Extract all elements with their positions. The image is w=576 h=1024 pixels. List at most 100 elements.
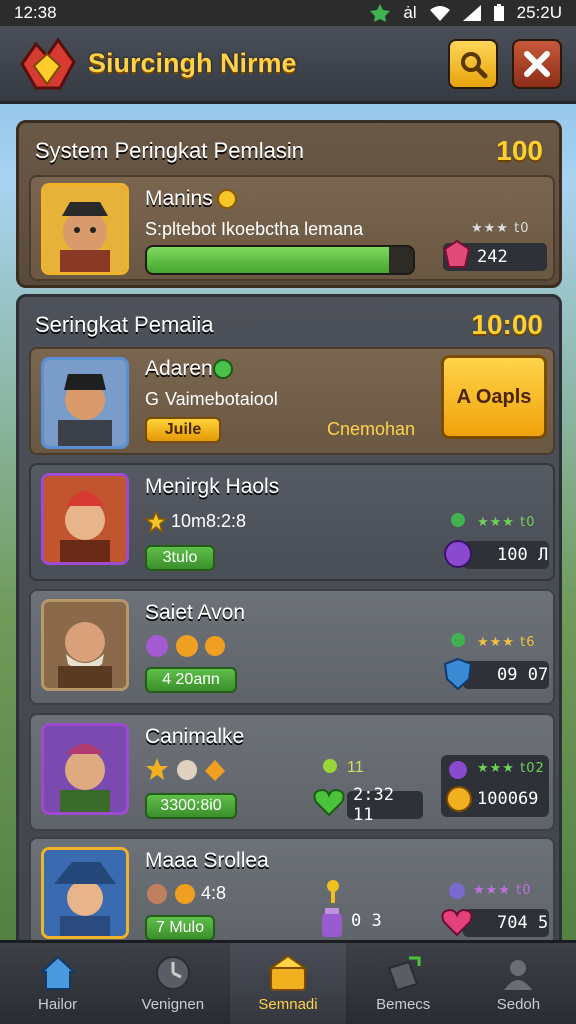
avatar	[41, 723, 129, 815]
battery-icon	[493, 4, 504, 21]
action-button[interactable]: A Oapls	[441, 355, 547, 439]
ranking-system-panel: System Peringkat Pemlasin 100 Manins S:p…	[16, 120, 562, 288]
tag-pill: 4 20aпn	[145, 667, 237, 693]
status-bar: 12:38 ȧƖ 25:2U	[0, 0, 576, 26]
value-text: 704 5	[497, 913, 549, 933]
status-tray-glyph: ȧƖ	[403, 3, 417, 22]
tag-pill-label: 3tulo	[162, 549, 198, 566]
nav-item-tools[interactable]: Bemecs	[346, 943, 461, 1024]
nav-label: Hailor	[38, 996, 78, 1013]
ranking-row[interactable]: Menirgk Haols 10m8:2:8 3tulo ★★★ t0 100 …	[29, 463, 555, 581]
panel-score: 100	[496, 135, 543, 166]
mid-top-label: 11	[347, 759, 364, 776]
status-icons: ȧƖ 25:2U	[369, 3, 562, 23]
panel-title: System Peringkat Pemlasin	[35, 138, 304, 163]
star-rating: ★★★ t6	[477, 635, 536, 650]
clock-icon	[155, 956, 190, 990]
app-header: Siurcingh Nirme	[0, 26, 576, 104]
star-icon	[145, 511, 167, 533]
ranking-row[interactable]: Canimalke 3300:8i0 11 2:32 11 ★★★ t02 10…	[29, 713, 555, 831]
search-icon	[461, 51, 488, 78]
character-portrait-icon	[44, 726, 126, 812]
panel-header: System Peringkat Pemlasin 100	[35, 135, 543, 167]
value-box: 704 5	[463, 909, 549, 937]
star-rating: ★★★ t0	[477, 515, 536, 530]
player-name: Menirgk Haols	[145, 475, 280, 498]
close-icon	[524, 50, 550, 77]
action-button-label: A Oapls	[456, 385, 532, 408]
panel-score: 10:00	[471, 309, 543, 340]
star-rating: ★★★ t0	[473, 883, 532, 898]
tag-pill-label: 3300:8i0	[160, 797, 222, 814]
tag-pill: 7 Mulo	[145, 915, 215, 941]
value-text: 100 Л	[497, 545, 549, 565]
settings-icon	[504, 960, 533, 990]
rank-marker-icon	[451, 513, 465, 527]
avatar	[41, 183, 129, 275]
nav-label: Sedoh	[496, 996, 541, 1013]
ranking-row[interactable]: Adaren G Vaimebotaiool Juile Cnemohan A …	[29, 347, 555, 455]
nav-item-home[interactable]: Hailor	[0, 943, 115, 1024]
tag-pill-label: 4 20aпn	[162, 671, 220, 688]
tag-pill: 3300:8i0	[145, 793, 237, 819]
progress-fill	[147, 247, 390, 273]
value-text: 09 07	[497, 665, 549, 685]
tag-pill-label: 7 Mulo	[155, 919, 205, 936]
nav-label: Bemecs	[376, 996, 431, 1013]
player-name: Canimalke	[145, 725, 245, 748]
rank-marker-icon	[323, 759, 337, 773]
progress-bar	[145, 245, 415, 275]
player-name: Saiet Avon	[145, 601, 246, 624]
character-portrait-icon	[44, 186, 126, 272]
mid-value: 0 3	[351, 911, 382, 931]
player-subtitle: 4:8	[201, 883, 227, 903]
orb-icon	[449, 883, 465, 899]
value-box: 2:32 11	[347, 785, 423, 825]
avatar	[41, 357, 129, 449]
chest-icon	[267, 954, 309, 991]
gem-icon	[443, 239, 471, 268]
nav-item-settings[interactable]: Sedoh	[461, 943, 576, 1024]
value-text: 2:32 11	[353, 785, 394, 825]
page-title: Siurcingh Nirme	[88, 48, 297, 78]
ranking-row[interactable]: Maaa Srollea 4:8 7 Mulo 0 3 ★★★ t0 704 5	[29, 837, 555, 949]
ranking-row[interactable]: Saiet Avon 4 20aпn ★★★ t6 09 07	[29, 589, 555, 705]
tag-pill: 3tulo	[145, 545, 215, 571]
orb-icon	[449, 761, 467, 779]
panel-title: Seringkat Pemaiia	[35, 312, 214, 337]
player-name: Manins	[145, 187, 213, 210]
key-icon	[327, 880, 339, 903]
status-time: 12:38	[14, 3, 57, 22]
star-rating: ★★★ t02	[477, 761, 545, 776]
tag-pill: Juile	[145, 417, 221, 443]
nav-label: Semnadi	[258, 996, 318, 1013]
wifi-icon	[429, 6, 450, 21]
nav-item-history[interactable]: Venignen	[115, 943, 230, 1024]
signal-icon	[462, 5, 481, 21]
value-box: 100 Л	[463, 541, 549, 569]
player-subtitle: S:pltebot Ikoebctha lemana	[145, 219, 364, 239]
bottom-nav: Hailor Venignen Semnadi Bemecs Sedoh	[0, 940, 576, 1024]
close-button[interactable]	[512, 38, 562, 89]
home-icon	[39, 955, 77, 990]
player-subtitle: 10m8:2:8	[171, 511, 247, 531]
badge-icon	[146, 758, 225, 781]
player-ranking-panel: Seringkat Pemaiia 10:00 Adaren G Vaimebo…	[16, 294, 562, 954]
online-status-icon	[213, 359, 233, 379]
player-row[interactable]: Manins S:pltebot Ikoebctha lemana ★★★ t0…	[29, 175, 555, 281]
player-name: Maaa Srollea	[145, 849, 269, 872]
character-portrait-icon	[44, 476, 126, 562]
badge-icon	[146, 635, 225, 657]
value-text: 242	[477, 247, 508, 267]
character-portrait-icon	[44, 850, 126, 936]
tag-pill-label: Juile	[164, 421, 202, 438]
nav-item-rewards[interactable]: Semnadi	[230, 943, 346, 1024]
heart-icon	[441, 908, 473, 937]
character-portrait-icon	[44, 602, 126, 688]
player-subtitle: Vaimebotaiool	[165, 389, 278, 409]
status-clock: 25:2U	[516, 3, 562, 22]
game-notification-icon	[370, 4, 391, 22]
rank-marker-icon	[451, 633, 465, 647]
search-button[interactable]	[448, 38, 498, 89]
reward-box: ★★★ t02 100069	[441, 755, 549, 817]
